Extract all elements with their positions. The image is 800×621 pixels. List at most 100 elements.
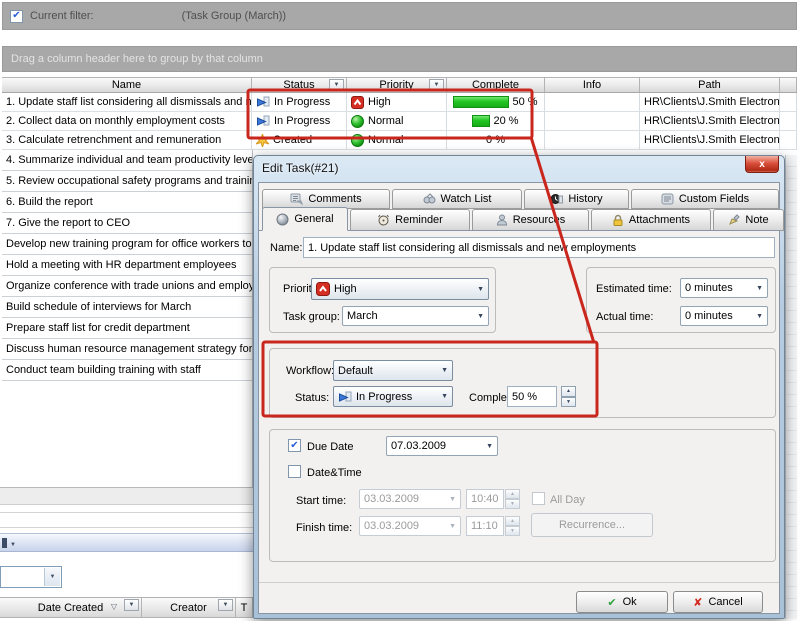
tab-general[interactable]: General [262,207,348,231]
start-date-select[interactable]: 03.03.2009 ▼ [359,489,461,509]
column-header-name[interactable]: Name [2,78,252,92]
start-time-spinner[interactable]: ▲ ▼ [505,489,520,509]
tab-custom-fields[interactable]: Custom Fields [631,189,779,209]
toolbar-button-icon[interactable] [2,538,7,548]
all-day-label: All Day [550,494,585,506]
spin-up-icon[interactable]: ▲ [561,386,576,397]
spin-up-icon[interactable]: ▲ [505,516,520,526]
chevron-down-icon[interactable] [44,568,60,586]
column-header-creator[interactable]: Creator [142,598,236,617]
cell-path[interactable]: HR\Clients\J.Smith Electronics, [640,112,780,130]
splitter-line[interactable] [0,512,253,513]
cell-info[interactable] [545,93,640,111]
tab-history[interactable]: History [524,189,629,209]
spin-down-icon[interactable]: ▼ [505,526,520,536]
recurrence-button[interactable]: Recurrence... [531,513,653,537]
column-header-status[interactable]: Status [252,78,347,92]
cell-status[interactable]: In Progress [252,93,347,111]
list-item[interactable]: Discuss human resource management strate… [2,339,252,360]
current-filter-checkbox[interactable] [10,10,23,23]
actual-time-select[interactable]: 0 minutes ▼ [680,306,768,326]
list-item[interactable]: Conduct team building training with staf… [2,360,252,381]
column-header-truncated[interactable]: T [236,598,253,617]
ok-button[interactable]: ✔ Ok [576,591,668,613]
due-date-select[interactable]: 07.03.2009 ▼ [386,436,498,456]
high-priority-icon [351,96,364,109]
priority-select[interactable]: High ▼ [311,278,489,300]
spin-down-icon[interactable]: ▼ [505,499,520,509]
tab-watch-list[interactable]: Watch List [392,189,522,209]
cell-name[interactable]: 3. Calculate retrenchment and remunerati… [2,131,252,149]
all-day-checkbox[interactable] [532,492,545,505]
start-time-input[interactable]: 10:40 [466,489,504,509]
task-grid-header: Name Status Priority Complete Info Path [2,77,797,93]
table-row[interactable]: 1. Update staff list considering all dis… [2,93,797,112]
complete-spinner[interactable]: ▲ ▼ [561,386,576,407]
cell-priority[interactable]: Normal [347,112,447,130]
tab-reminder[interactable]: Reminder [350,209,470,231]
toolbar-overflow-icon[interactable]: ▼ [10,542,16,548]
cell-info[interactable] [545,131,640,149]
list-item[interactable]: Hold a meeting with HR department employ… [2,255,252,276]
complete-spin-input[interactable]: 50 % [507,386,557,407]
general-icon [276,213,289,226]
column-header-complete[interactable]: Complete [447,78,545,92]
date-created-filter-dropdown-icon[interactable] [124,599,139,611]
cell-status[interactable]: In Progress [252,112,347,130]
list-item[interactable]: Organize conference with trade unions an… [2,276,252,297]
cell-priority[interactable]: High [347,93,447,111]
list-item[interactable]: 7. Give the report to CEO [2,213,252,234]
workflow-select[interactable]: Default ▼ [333,360,453,381]
finish-time-input[interactable]: 11:10 [466,516,504,536]
list-item[interactable]: 6. Build the report [2,192,252,213]
table-row[interactable]: 3. Calculate retrenchment and remunerati… [2,131,797,150]
list-item[interactable]: Develop new training program for office … [2,234,252,255]
task-group-select[interactable]: March ▼ [342,306,489,326]
priority-filter-dropdown-icon[interactable] [429,79,444,91]
date-time-checkbox[interactable] [288,465,301,478]
splitter-line[interactable] [0,527,253,528]
estimated-time-select[interactable]: 0 minutes ▼ [680,278,768,298]
tab-comments[interactable]: Comments [262,189,390,209]
cancel-button[interactable]: ✘ Cancel [673,591,763,613]
watch-list-icon [423,193,436,205]
creator-filter-dropdown-icon[interactable] [218,599,233,611]
tab-attachments[interactable]: Attachments [591,209,711,231]
column-header-date-created[interactable]: Date Created ▽ [0,598,142,617]
cell-complete[interactable]: 20 % [447,112,545,130]
list-item[interactable]: Prepare staff list for credit department [2,318,252,339]
cell-name[interactable]: 2. Collect data on monthly employment co… [2,112,252,130]
chevron-down-icon: ▼ [477,313,484,320]
column-header-info[interactable]: Info [545,78,640,92]
list-item[interactable]: Build schedule of interviews for March [2,297,252,318]
status-select[interactable]: In Progress ▼ [333,386,453,407]
tab-note[interactable]: Note [713,209,784,231]
finish-date-select[interactable]: 03.03.2009 ▼ [359,516,461,536]
bottom-filter-combobox[interactable] [0,566,62,588]
column-header-path[interactable]: Path [640,78,780,92]
cell-complete[interactable]: 50 % [447,93,545,111]
group-by-band[interactable]: Drag a column header here to group by th… [2,46,797,72]
spin-up-icon[interactable]: ▲ [505,489,520,499]
name-input[interactable]: 1. Update staff list considering all dis… [303,237,775,258]
status-filter-dropdown-icon[interactable] [329,79,344,91]
table-row[interactable]: 2. Collect data on monthly employment co… [2,112,797,131]
tab-row-front: General Reminder Resources [262,209,786,231]
cell-spacer [780,93,797,111]
spin-down-icon[interactable]: ▼ [561,397,576,408]
tab-resources[interactable]: Resources [472,209,589,231]
finish-time-spinner[interactable]: ▲ ▼ [505,516,520,536]
cell-path[interactable]: HR\Clients\J.Smith Electronics, [640,131,780,149]
close-button[interactable]: x [745,156,779,173]
cell-name[interactable]: 1. Update staff list considering all dis… [2,93,252,111]
column-header-priority[interactable]: Priority [347,78,447,92]
list-item[interactable]: 5. Review occupational safety programs a… [2,171,252,192]
cell-status[interactable]: Created [252,131,347,149]
due-date-checkbox[interactable] [288,439,301,452]
cell-info[interactable] [545,112,640,130]
cell-path[interactable]: HR\Clients\J.Smith Electronics, [640,93,780,111]
normal-priority-icon [351,134,364,147]
cell-priority[interactable]: Normal [347,131,447,149]
cell-complete[interactable]: 0 % [447,131,545,149]
list-item[interactable]: 4. Summarize individual and team product… [2,150,252,171]
